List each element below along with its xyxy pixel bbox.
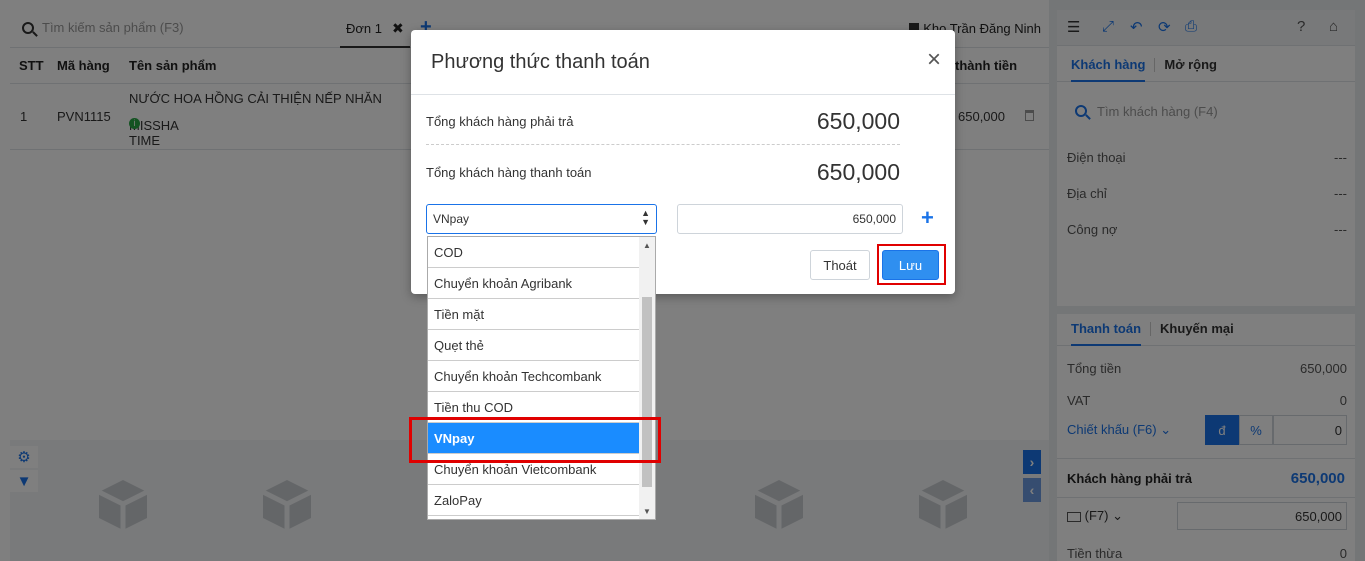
- select-arrows-icon: ▲ ▼: [641, 208, 650, 227]
- payment-amount-field[interactable]: 650,000: [677, 204, 903, 234]
- add-payment-button[interactable]: +: [921, 207, 934, 229]
- option-agribank[interactable]: Chuyển khoản Agribank: [428, 268, 639, 299]
- close-icon[interactable]: ×: [927, 46, 941, 74]
- modal-title: Phương thức thanh toán: [431, 51, 650, 73]
- option-cod[interactable]: COD: [428, 237, 639, 268]
- must-pay-value: 650,000: [816, 108, 900, 134]
- must-pay-row: Tổng khách hàng phải trả 650,000: [426, 108, 900, 135]
- dropdown-scrollbar[interactable]: ▲ ▼: [639, 237, 655, 519]
- must-pay-label: Tổng khách hàng phải trả: [426, 114, 574, 129]
- option-card[interactable]: Quẹt thẻ: [428, 330, 639, 361]
- paid-row: Tổng khách hàng thanh toán 650,000: [426, 159, 900, 186]
- paid-value: 650,000: [816, 159, 900, 185]
- modal-header: Phương thức thanh toán ×: [411, 30, 955, 95]
- cancel-button[interactable]: Thoát: [810, 250, 870, 280]
- option-zalopay[interactable]: ZaloPay: [428, 485, 639, 516]
- scroll-up-icon[interactable]: ▲: [643, 241, 651, 250]
- divider: [426, 144, 900, 145]
- paid-label: Tổng khách hàng thanh toán: [426, 165, 592, 180]
- payment-method-value: VNpay: [433, 212, 470, 226]
- option-techcombank[interactable]: Chuyển khoản Techcombank: [428, 361, 639, 392]
- scroll-down-icon[interactable]: ▼: [643, 507, 651, 516]
- payment-method-dropdown-list: COD Chuyển khoản Agribank Tiền mặt Quẹt …: [427, 236, 656, 520]
- vnpay-highlight-box: [409, 417, 661, 463]
- option-cash[interactable]: Tiền mặt: [428, 299, 639, 330]
- payment-method-select[interactable]: VNpay ▲ ▼: [426, 204, 657, 234]
- save-highlight-box: [877, 244, 946, 285]
